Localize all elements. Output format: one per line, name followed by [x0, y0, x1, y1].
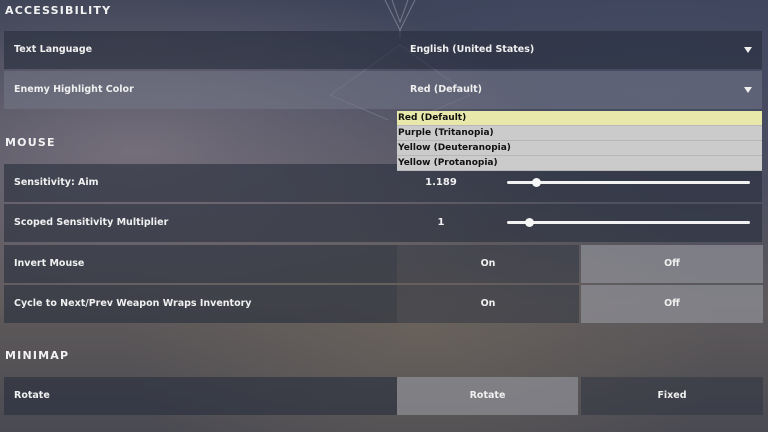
- text-language-row: Text Language English (United States): [4, 31, 762, 69]
- invert-mouse-on-button[interactable]: On: [397, 245, 579, 283]
- enemy-highlight-row: Enemy Highlight Color Red (Default): [4, 71, 762, 109]
- enemy-highlight-select[interactable]: Red (Default): [397, 71, 762, 109]
- enemy-highlight-dropdown: Red (Default) Purple (Tritanopia) Yellow…: [397, 111, 762, 171]
- text-language-select[interactable]: English (United States): [397, 31, 762, 69]
- rotate-option-button[interactable]: Rotate: [397, 377, 578, 415]
- scoped-sensitivity-row: Scoped Sensitivity Multiplier 1: [4, 204, 762, 242]
- sensitivity-slider[interactable]: [507, 178, 750, 187]
- caret-down-icon: [744, 47, 752, 53]
- section-mouse-header: MOUSE: [5, 136, 56, 149]
- rotate-row: Rotate Rotate Fixed: [4, 377, 763, 415]
- text-language-label: Text Language: [14, 44, 93, 55]
- dropdown-option[interactable]: Red (Default): [397, 111, 762, 126]
- slider-thumb[interactable]: [524, 218, 534, 227]
- cycle-weapon-row: Cycle to Next/Prev Weapon Wraps Inventor…: [4, 285, 763, 323]
- cycle-weapon-label: Cycle to Next/Prev Weapon Wraps Inventor…: [14, 298, 252, 309]
- invert-mouse-off-button[interactable]: Off: [581, 245, 763, 283]
- sensitivity-label: Sensitivity: Aim: [14, 177, 99, 188]
- invert-mouse-row: Invert Mouse On Off: [4, 245, 763, 283]
- cycle-weapon-on-button[interactable]: On: [397, 285, 579, 323]
- slider-thumb[interactable]: [532, 178, 542, 187]
- enemy-highlight-label: Enemy Highlight Color: [14, 84, 134, 95]
- scoped-sensitivity-value-input[interactable]: 1: [397, 204, 485, 242]
- caret-down-icon: [744, 87, 752, 93]
- fixed-option-button[interactable]: Fixed: [581, 377, 763, 415]
- text-language-value: English (United States): [410, 44, 535, 55]
- section-accessibility-header: ACCESSIBILITY: [5, 4, 112, 17]
- scoped-sensitivity-slider[interactable]: [507, 218, 750, 227]
- cycle-weapon-off-button[interactable]: Off: [581, 285, 763, 323]
- dropdown-option[interactable]: Yellow (Protanopia): [397, 156, 762, 171]
- invert-mouse-label: Invert Mouse: [14, 258, 85, 269]
- dropdown-option[interactable]: Yellow (Deuteranopia): [397, 141, 762, 156]
- enemy-highlight-value: Red (Default): [410, 84, 482, 95]
- dropdown-option[interactable]: Purple (Tritanopia): [397, 126, 762, 141]
- rotate-label: Rotate: [14, 390, 50, 401]
- section-minimap-header: MINIMAP: [5, 349, 70, 362]
- scoped-sensitivity-label: Scoped Sensitivity Multiplier: [14, 217, 169, 228]
